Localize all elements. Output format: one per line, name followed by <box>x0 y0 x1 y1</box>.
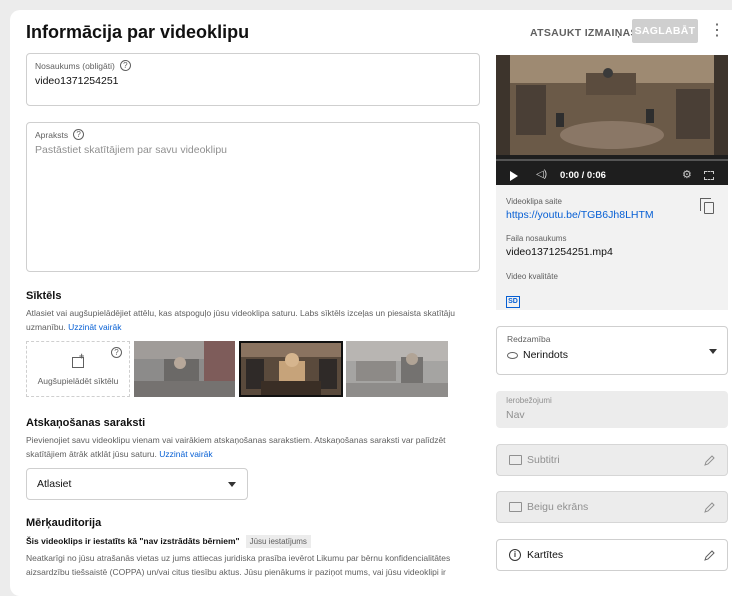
description-field-label-row: Apraksts ? <box>35 129 85 140</box>
file-name-value: video1371254251.mp4 <box>506 246 613 258</box>
thumbnail-learn-more-link[interactable]: Uzzināt vairāk <box>68 322 121 332</box>
playlists-learn-more-link[interactable]: Uzzināt vairāk <box>159 449 212 459</box>
video-player[interactable]: ◁) 0:00 / 0:06 ⚙ <box>496 55 728 185</box>
thumbnail-heading: Sīktēls <box>26 290 62 302</box>
info-icon: i <box>509 549 521 561</box>
title-field-label-row: Nosaukums (obligāti) ? <box>35 60 131 71</box>
pencil-icon <box>704 550 715 561</box>
subtitles-label: Subtitri <box>527 454 560 466</box>
thumbnail-option-3[interactable] <box>346 341 448 397</box>
audience-status: Šis videoklips ir iestatīts kā "nav izst… <box>26 535 311 548</box>
playlists-heading: Atskaņošanas saraksti <box>26 417 146 429</box>
cards-label: Kartītes <box>527 549 564 561</box>
audience-setting-tag: Jūsu iestatījums <box>245 535 311 548</box>
description-field-label: Apraksts <box>35 129 69 140</box>
playlist-select-value: Atlasiet <box>37 478 72 490</box>
end-screen-label: Beigu ekrāns <box>527 501 589 513</box>
audience-status-text: Šis videoklips ir iestatīts kā "nav izst… <box>26 536 240 546</box>
restrictions-label: Ierobežojumi <box>506 396 552 405</box>
title-field-label: Nosaukums (obligāti) <box>35 60 115 71</box>
playlist-select[interactable]: Atlasiet <box>26 468 248 500</box>
visibility-select[interactable]: Redzamība Nerindots <box>496 326 728 375</box>
sd-quality-icon: SD <box>506 296 520 308</box>
video-link-label: Videoklipa saite <box>506 197 562 206</box>
copy-icon[interactable] <box>700 198 714 214</box>
settings-icon[interactable]: ⚙ <box>682 168 692 181</box>
playlists-description-text: Pievienojiet savu videoklipu vienam vai … <box>26 435 446 459</box>
dropdown-arrow-icon <box>228 482 236 487</box>
undo-changes-button[interactable]: ATSAUKT IZMAIŅAS <box>530 22 638 44</box>
video-quality-label: Video kvalitāte <box>506 272 558 281</box>
restrictions-box: Ierobežojumi Nav <box>496 391 728 428</box>
subtitles-icon <box>509 455 522 465</box>
audience-heading: Mērķauditorija <box>26 517 102 529</box>
video-info-box: Videoklipa saite https://youtu.be/TGB6Jh… <box>496 185 728 310</box>
play-icon[interactable] <box>510 171 518 181</box>
cards-button[interactable]: i Kartītes <box>496 539 728 571</box>
more-options-icon[interactable]: ⋮ <box>709 20 725 42</box>
thumbnail-option-1[interactable] <box>134 341 235 397</box>
description-field[interactable]: Apraksts ? Pastāstiet skatītājiem par sa… <box>26 122 480 272</box>
video-link[interactable]: https://youtu.be/TGB6Jh8LHTM <box>506 209 654 221</box>
thumbnail-image <box>346 341 448 397</box>
page-title: Informācija par videoklipu <box>26 22 250 42</box>
subtitles-button[interactable]: Subtitri <box>496 444 728 476</box>
thumbnail-image <box>241 343 341 395</box>
thumbnail-description: Atlasiet vai augšupielādējiet attēlu, ka… <box>26 306 476 334</box>
title-input[interactable]: video1371254251 <box>35 75 119 87</box>
video-frame <box>496 55 728 185</box>
help-icon[interactable]: ? <box>73 129 85 140</box>
pencil-icon <box>704 502 715 513</box>
playlists-description: Pievienojiet savu videoklipu vienam vai … <box>26 433 476 461</box>
eye-icon <box>507 352 518 359</box>
upload-thumbnail-button[interactable]: + ? Augšupielādēt sīktēlu <box>26 341 130 397</box>
upload-thumbnail-label: Augšupielādēt sīktēlu <box>37 376 119 386</box>
title-field[interactable]: Nosaukums (obligāti) ? video1371254251 <box>26 53 480 106</box>
help-icon[interactable]: ? <box>111 347 122 358</box>
volume-icon[interactable]: ◁) <box>536 169 547 180</box>
dropdown-arrow-icon <box>709 349 717 354</box>
video-details-panel: Informācija par videoklipu ATSAUKT IZMAI… <box>10 10 732 596</box>
audience-description: Neatkarīgi no jūsu atrašanās vietas uz j… <box>26 553 451 577</box>
plus-icon: + <box>79 351 85 361</box>
thumbnail-image <box>134 341 235 397</box>
visibility-label: Redzamība <box>507 334 551 344</box>
end-screen-icon <box>509 502 522 512</box>
visibility-value: Nerindots <box>523 349 568 361</box>
description-input[interactable]: Pastāstiet skatītājiem par savu videokli… <box>35 144 227 156</box>
video-time: 0:00 / 0:06 <box>560 170 606 181</box>
help-icon[interactable]: ? <box>119 60 131 71</box>
file-name-label: Faila nosaukums <box>506 234 567 243</box>
fullscreen-icon[interactable] <box>704 171 714 180</box>
thumbnail-option-2-selected[interactable] <box>239 341 343 397</box>
save-button[interactable]: SAGLABĀT <box>632 19 698 43</box>
restrictions-value: Nav <box>506 409 525 421</box>
end-screen-button[interactable]: Beigu ekrāns <box>496 491 728 523</box>
pencil-icon <box>704 455 715 466</box>
